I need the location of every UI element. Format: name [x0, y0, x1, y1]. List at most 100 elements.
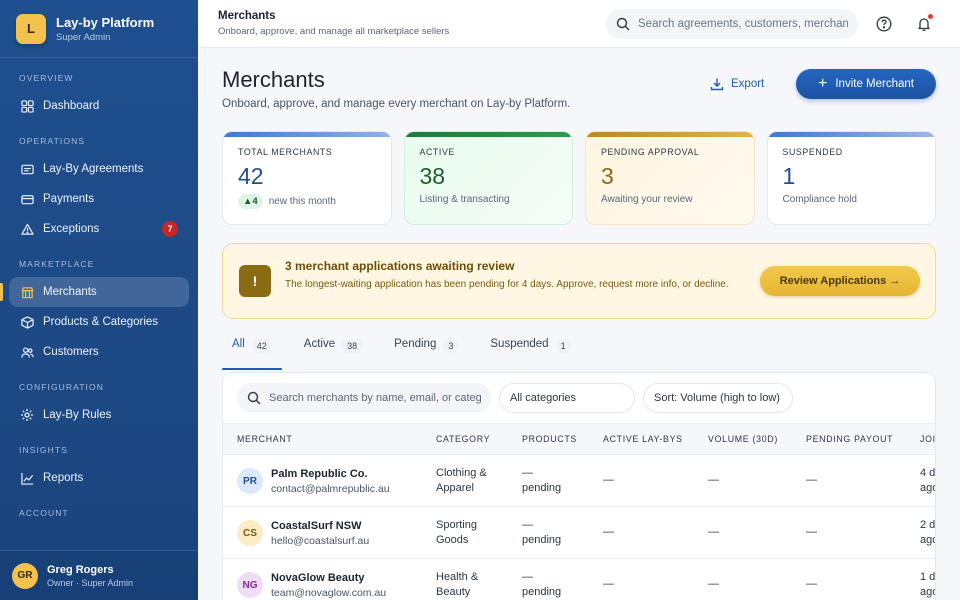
users-icon — [20, 345, 34, 359]
sidebar-item-label: Lay-By Agreements — [43, 163, 144, 175]
category-line: Goods — [436, 534, 469, 546]
global-search-input[interactable]: Search agreements, customers, merchants.… — [606, 9, 858, 39]
category-line: Beauty — [436, 586, 471, 598]
page-subtitle: Onboard, approve, and manage every merch… — [222, 98, 571, 110]
credit-card-icon — [20, 192, 34, 206]
stat-value: 3 — [601, 163, 614, 189]
user-profile[interactable]: GR Greg Rogers Owner · Super Admin — [0, 550, 198, 600]
stat-note: Compliance hold — [782, 194, 858, 205]
alert-text: The longest-waiting application has been… — [285, 279, 729, 290]
table-row[interactable]: CS CoastalSurf NSW hello@coastalsurf.au … — [223, 507, 935, 559]
table-filters: Search merchants by name, email, or cate… — [223, 373, 935, 423]
column-header-merchant[interactable]: MERCHANT — [237, 434, 292, 444]
sidebar-item-dashboard[interactable]: Dashboard — [0, 91, 198, 121]
sidebar-item-payments[interactable]: Payments — [0, 184, 198, 214]
stat-value: 42 — [238, 163, 264, 189]
merchant-status-tabs: All 42 Active 38 Pending 3 Suspended 1 — [222, 338, 936, 370]
notifications-bell-icon[interactable] — [914, 14, 934, 34]
active-laybys-cell: — — [603, 526, 614, 538]
active-laybys-cell: — — [603, 578, 614, 590]
brand-logo: L — [16, 13, 46, 44]
brand[interactable]: L Lay-by Platform Super Admin — [0, 0, 198, 58]
sidebar-item-reports[interactable]: Reports — [0, 463, 198, 493]
review-applications-button[interactable]: Review Applications → — [760, 266, 920, 296]
merchants-table: Search merchants by name, email, or cate… — [222, 372, 936, 600]
column-header-active-laybys[interactable]: ACTIVE LAY-BYS — [603, 434, 683, 444]
table-row[interactable]: NG NovaGlow Beauty team@novaglow.com.au … — [223, 559, 935, 600]
sidebar-item-label: Exceptions — [43, 223, 100, 235]
payout-cell: — — [806, 474, 817, 486]
products-line: pending — [522, 586, 562, 598]
table-row[interactable]: PR Palm Republic Co. contact@palmrepubli… — [223, 455, 935, 507]
category-select[interactable]: All categories — [499, 383, 635, 413]
column-header-joined[interactable]: JOINED — [920, 434, 935, 444]
notification-dot — [928, 14, 933, 19]
products-line: — — [522, 571, 533, 583]
volume-cell: — — [708, 578, 719, 590]
products-cell: — pending — [522, 466, 561, 496]
page-title: Merchants — [222, 67, 325, 92]
pending-review-alert: ! 3 merchant applications awaiting revie… — [222, 243, 936, 319]
tab-count: 42 — [251, 339, 272, 353]
merchant-avatar: CS — [237, 520, 263, 546]
merchant-search-input[interactable]: Search merchants by name, email, or cate… — [237, 383, 491, 413]
sidebar-item-label: Customers — [43, 346, 99, 358]
help-icon[interactable] — [874, 14, 894, 34]
sidebar: L Lay-by Platform Super Admin OVERVIEW D… — [0, 0, 198, 600]
sidebar-item-products-categories[interactable]: Products & Categories — [0, 307, 198, 337]
box-icon — [20, 315, 34, 329]
gear-icon — [20, 408, 34, 422]
tab-all[interactable]: All 42 — [222, 338, 282, 370]
sidebar-item-layby-rules[interactable]: Lay-By Rules — [0, 400, 198, 430]
sidebar-item-layby-agreements[interactable]: Lay-By Agreements — [0, 154, 198, 184]
column-header-pending-payout[interactable]: PENDING PAYOUT — [806, 434, 893, 444]
tab-active[interactable]: Active 38 — [294, 338, 372, 370]
volume-cell: — — [708, 474, 719, 486]
global-search-placeholder: Search agreements, customers, merchants.… — [638, 18, 848, 30]
stat-value: 1 — [782, 163, 796, 189]
stat-card-total[interactable]: TOTAL MERCHANTS 42 ▲4 new this month — [222, 131, 392, 225]
stat-note: Listing & transacting — [419, 194, 510, 205]
products-cell: — pending — [522, 570, 561, 600]
sidebar-item-merchants[interactable]: Merchants — [0, 277, 189, 307]
products-line: pending — [522, 482, 562, 494]
stat-card-suspended[interactable]: SUSPENDED 1 Compliance hold — [766, 131, 936, 225]
topbar: Merchants Onboard, approve, and manage a… — [198, 0, 960, 48]
invite-label: Invite Merchant — [835, 78, 914, 90]
category-line: Health & — [436, 571, 479, 583]
stat-value: 38 — [419, 163, 446, 189]
sidebar-item-exceptions[interactable]: Exceptions 7 — [0, 214, 198, 244]
tab-suspended[interactable]: Suspended 1 — [480, 338, 580, 370]
stat-note-text: new this month — [268, 196, 336, 207]
merchant-email: team@novaglow.com.au — [271, 587, 387, 599]
sidebar-item-label: Dashboard — [43, 100, 100, 112]
brand-role: Super Admin — [56, 31, 111, 43]
search-icon — [247, 391, 261, 405]
products-line: — — [522, 467, 533, 479]
category-cell: Health & Beauty — [436, 570, 478, 600]
warning-icon — [20, 222, 34, 236]
avatar: GR — [12, 562, 38, 589]
stat-card-pending[interactable]: PENDING APPROVAL 3 Awaiting your review — [585, 131, 755, 225]
plus-icon: + — [818, 75, 828, 92]
tab-label: All — [232, 338, 245, 350]
active-laybys-cell: — — [603, 474, 614, 486]
joined-line: ago — [920, 482, 935, 494]
tab-label: Pending — [394, 338, 437, 350]
export-button[interactable]: Export — [710, 72, 764, 96]
category-line: Apparel — [436, 482, 474, 494]
column-header-products[interactable]: PRODUCTS — [522, 434, 577, 444]
merchant-name: NovaGlow Beauty — [271, 572, 365, 584]
sidebar-item-customers[interactable]: Customers — [0, 337, 198, 367]
invite-merchant-button[interactable]: + Invite Merchant — [796, 69, 936, 99]
tab-pending[interactable]: Pending 3 — [384, 338, 468, 370]
merchant-name: Palm Republic Co. — [271, 468, 368, 480]
joined-line: ago — [920, 586, 935, 598]
nav-section-account: ACCOUNT — [19, 508, 69, 518]
stat-card-active[interactable]: ACTIVE 38 Listing & transacting — [403, 131, 573, 225]
products-line: pending — [522, 534, 562, 546]
sort-select[interactable]: Sort: Volume (high to low) — [643, 383, 793, 413]
column-header-volume[interactable]: VOLUME (30D) — [708, 434, 778, 444]
column-header-category[interactable]: CATEGORY — [436, 434, 490, 444]
nav-section-configuration: CONFIGURATION — [19, 382, 104, 392]
